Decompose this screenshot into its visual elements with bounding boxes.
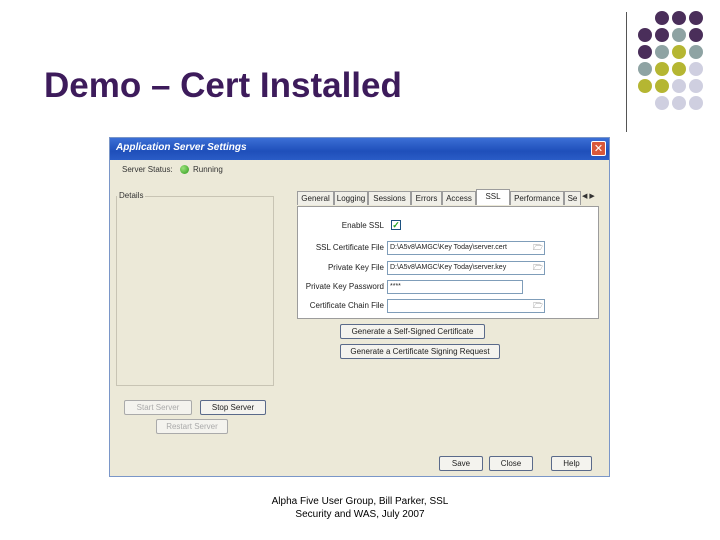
decorative-dot <box>672 96 686 110</box>
decorative-dot <box>689 11 703 25</box>
tab-more[interactable]: Se <box>564 191 581 205</box>
stop-server-button[interactable]: Stop Server <box>200 400 266 415</box>
server-status-value: Running <box>193 165 223 174</box>
restart-server-button[interactable]: Restart Server <box>156 419 228 434</box>
generate-csr-button[interactable]: Generate a Certificate Signing Request <box>340 344 500 359</box>
status-indicator-icon <box>180 165 189 174</box>
decorative-dot <box>638 79 652 93</box>
app-server-settings-window: Application Server Settings ✕ Server Sta… <box>109 137 610 477</box>
decorative-dot <box>655 45 669 59</box>
decorative-dot <box>655 79 669 93</box>
tab-sessions[interactable]: Sessions <box>368 191 411 205</box>
tab-general[interactable]: General <box>297 191 334 205</box>
generate-self-signed-button[interactable]: Generate a Self-Signed Certificate <box>340 324 485 339</box>
details-groupbox <box>116 196 274 386</box>
decorative-dot <box>655 62 669 76</box>
decorative-dot <box>689 45 703 59</box>
key-file-label: Private Key File <box>327 263 384 272</box>
decorative-dot <box>672 79 686 93</box>
tab-ssl[interactable]: SSL <box>476 189 510 205</box>
save-button[interactable]: Save <box>439 456 483 471</box>
tab-performance[interactable]: Performance <box>510 191 564 205</box>
password-input[interactable]: **** <box>387 280 523 294</box>
close-icon[interactable]: ✕ <box>591 141 606 156</box>
window-titlebar[interactable]: Application Server Settings ✕ <box>110 138 609 160</box>
tab-access[interactable]: Access <box>442 191 476 205</box>
key-file-input[interactable]: D:\A5v8\AMGC\Key Today\server.key 🗁 <box>387 261 545 275</box>
help-button[interactable]: Help <box>551 456 592 471</box>
cert-file-label: SSL Certificate File <box>315 243 384 252</box>
decorative-dot <box>655 96 669 110</box>
password-label: Private Key Password <box>305 282 384 291</box>
chain-file-label: Certificate Chain File <box>309 301 384 310</box>
key-file-value: D:\A5v8\AMGC\Key Today\server.key <box>390 264 507 271</box>
tab-scroll-arrows-icon[interactable]: ◀ ▶ <box>582 192 602 204</box>
server-status-label: Server Status: <box>122 165 173 174</box>
folder-browse-icon[interactable]: 🗁 <box>533 301 543 311</box>
footer-line-2: Security and WAS, July 2007 <box>295 509 425 520</box>
decorative-dot <box>638 28 652 42</box>
folder-browse-icon[interactable]: 🗁 <box>533 243 543 253</box>
decorative-dot <box>689 96 703 110</box>
folder-browse-icon[interactable]: 🗁 <box>533 263 543 273</box>
enable-ssl-checkbox[interactable]: ✓ <box>391 220 401 230</box>
decorative-dots <box>638 11 703 110</box>
details-label: Details <box>117 191 146 200</box>
password-value: **** <box>390 283 401 290</box>
footer-line-1: Alpha Five User Group, Bill Parker, SSL <box>271 496 449 507</box>
decorative-dot <box>672 62 686 76</box>
slide-footer: Alpha Five User Group, Bill Parker, SSL … <box>230 495 490 521</box>
decorative-dot <box>638 45 652 59</box>
ssl-tab-panel: Enable SSL ✓ SSL Certificate File D:\A5v… <box>297 206 599 319</box>
decorative-dot <box>655 11 669 25</box>
enable-ssl-label: Enable SSL <box>341 221 384 230</box>
decorative-dot <box>689 28 703 42</box>
chain-file-input[interactable]: 🗁 <box>387 299 545 313</box>
decorative-dot <box>672 28 686 42</box>
cert-file-input[interactable]: D:\A5v8\AMGC\Key Today\server.cert 🗁 <box>387 241 545 255</box>
tab-logging[interactable]: Logging <box>334 191 368 205</box>
tab-errors[interactable]: Errors <box>411 191 442 205</box>
decorative-dot <box>689 62 703 76</box>
close-button[interactable]: Close <box>489 456 533 471</box>
decorative-dot <box>689 79 703 93</box>
divider-line <box>626 12 627 132</box>
start-server-button[interactable]: Start Server <box>124 400 192 415</box>
cert-file-value: D:\A5v8\AMGC\Key Today\server.cert <box>390 244 507 251</box>
slide-title: Demo – Cert Installed <box>44 66 402 105</box>
decorative-dot <box>655 28 669 42</box>
window-title: Application Server Settings <box>116 142 247 153</box>
decorative-dot <box>672 45 686 59</box>
decorative-dot <box>638 62 652 76</box>
decorative-dot <box>672 11 686 25</box>
